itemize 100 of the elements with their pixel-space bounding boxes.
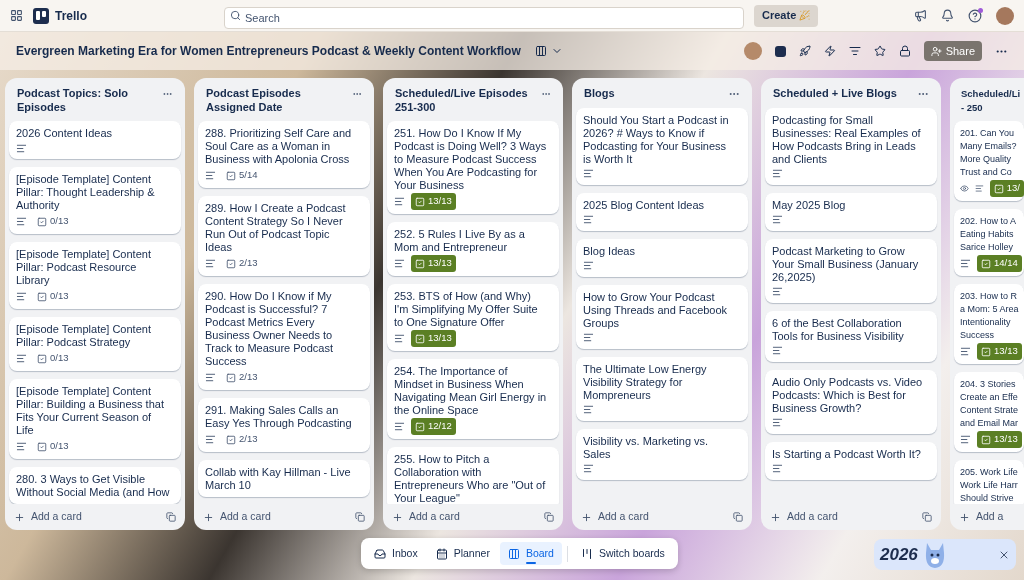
plus-icon (392, 511, 403, 523)
checklist-badge: 13/13 (977, 343, 1022, 360)
card[interactable]: 251. How Do I Know If My Podcast is Doing Well? 3 Ways to Measure Podcast Success When You Are Podcasting for Your Business 13/13 (387, 121, 559, 214)
add-card-button[interactable]: Add a card (203, 509, 271, 525)
checklist-badge: 13/13 (411, 330, 456, 347)
nav-tab[interactable]: Switch boards (572, 542, 673, 565)
card-title: 2025 Blog Content Ideas (583, 198, 706, 212)
card[interactable]: [Episode Template] Content Pillar: Podcast Resource Library 0/13 (9, 242, 181, 309)
inbox-icon (374, 547, 386, 560)
nav-tab[interactable]: Inbox (366, 542, 426, 565)
party-popper-icon (799, 10, 811, 21)
board-view-icon[interactable] (534, 45, 547, 57)
card[interactable]: 202. How to A Eating Habits Sarice Holley 14/14 (954, 209, 1024, 276)
plus-icon (959, 511, 970, 523)
create-button[interactable]: Create (754, 4, 819, 27)
checklist-count: 5/14 (222, 167, 262, 184)
card[interactable]: 204. 3 Stories Create an Effe Content Strate and Email Mar 13/13 (954, 372, 1024, 452)
checkbox-icon (981, 346, 991, 357)
template-icon[interactable] (733, 512, 743, 522)
checkbox-icon (993, 183, 1004, 194)
card[interactable]: Visibility vs. Marketing vs. Sales (576, 428, 748, 480)
card[interactable]: 252. 5 Rules I Live By as a Mom and Entrepreneur 13/13 (387, 222, 559, 276)
card[interactable]: 289. How I Create a Podcast Content Strategy So I Never Run Out of Podcast Topic Ideas 2/13 (198, 196, 370, 276)
card-title: [Episode Template] Content Pillar: Podcast Strategy (16, 323, 152, 349)
add-person-icon (930, 45, 942, 57)
rocket-icon[interactable] (798, 45, 811, 57)
card[interactable]: [Episode Template] Content Pillar: Thought Leadership & Authority 0/13 (9, 167, 181, 234)
card[interactable]: 288. Prioritizing Self Care and Soul Care as a Woman in Business with Apolonia Cross 5/14 (198, 121, 370, 188)
app-switcher-icon[interactable] (10, 9, 23, 22)
card-title: 203. How to R a Mom: 5 Area Intentionality Success (960, 290, 1019, 342)
card[interactable]: 291. Making Sales Calls an Easy Yes Through Podcasting 2/13 (198, 398, 370, 452)
card[interactable]: 6 of the Best Collaboration Tools for Business Visibility (765, 310, 937, 362)
avatar[interactable] (996, 6, 1014, 25)
share-button[interactable]: Share (923, 41, 982, 61)
member-avatar[interactable] (743, 42, 762, 60)
template-icon[interactable] (166, 512, 176, 522)
list-title: Scheduled/Live Episodes 251-300 (395, 87, 529, 114)
card[interactable]: [Episode Template] Content Pillar: Podcast Strategy 0/13 (9, 317, 181, 371)
card[interactable]: 254. The Importance of Mindset in Business When Navigating Mean Girl Energy in the Online Space 12/12 (387, 359, 559, 439)
card[interactable]: Podcast Marketing to Grow Your Small Business (January 26,2025) (765, 238, 937, 303)
card[interactable]: [Episode Template] Content Pillar: Building a Business that Fits Your Current Season of Life 0/13 (9, 379, 181, 459)
add-card-button[interactable]: Add a card (392, 509, 460, 525)
help-icon[interactable] (968, 8, 982, 23)
checkbox-icon (415, 258, 425, 269)
checkbox-icon (37, 291, 47, 302)
lock-icon[interactable] (898, 45, 911, 57)
card[interactable]: 203. How to R a Mom: 5 Area Intentionality Success 13/13 (954, 284, 1024, 364)
card[interactable]: 205. Work Life Work Life Harr Should Strive (954, 460, 1024, 504)
card-title: The Ultimate Low Energy Visibility Strategy for Mompreneurs (583, 362, 708, 402)
card[interactable]: 255. How to Pitch a Collaboration with Entrepreneurs Who are "Out of Your League" (387, 447, 559, 504)
promo-banner[interactable]: 2026 (874, 539, 1016, 570)
card-title: 280. 3 Ways to Get Visible Without Social Media (and How (16, 473, 170, 499)
plus-icon (770, 511, 781, 523)
search-field[interactable]: Search (224, 6, 744, 29)
megaphone-icon[interactable] (914, 9, 927, 22)
card[interactable]: May 2025 Blog (765, 192, 937, 231)
card[interactable]: Audio Only Podcasts vs. Video Podcasts: Which is Best for Business Growth? (765, 369, 937, 434)
card[interactable]: Blog Ideas (576, 238, 748, 277)
card-title: 253. BTS of How (and Why) I'm Simplifying My Offer Suite to One Signature Offer (394, 290, 539, 329)
card-title: [Episode Template] Content Pillar: Building a Business that Fits Your Current Season of Life (16, 385, 165, 437)
card[interactable]: Podcasting for Small Businesses: Real Examples of How Podcasts Bring in Leads and Clients (765, 107, 937, 185)
notifications-icon[interactable] (941, 9, 954, 22)
checklist-count: 0/13 (33, 438, 73, 455)
power-up-icon[interactable] (774, 45, 786, 57)
checkbox-icon (226, 372, 236, 383)
card[interactable]: Should You Start a Podcast in 2026? # Ways to Know if Podcasting for Your Business is Worth It (576, 107, 748, 185)
card-title: 201. Can You Many Emails? More Quality Trust and Co (960, 127, 1017, 179)
automation-icon[interactable] (823, 45, 836, 57)
card-title: 290. How Do I Know if My Podcast is Successful? 7 Podcast Metrics Every Business Owner Needs to Track to Measure Podcast Success (205, 290, 334, 368)
card[interactable]: 280. 3 Ways to Get Visible Without Social Media (and How (9, 467, 181, 504)
card-title: 205. Work Life Work Life Harr Should Strive (960, 466, 1018, 504)
card-title: 6 of the Best Collaboration Tools for Business Visibility (772, 316, 905, 343)
star-icon[interactable] (873, 45, 886, 57)
list-title: Podcast Topics: Solo Episodes (17, 87, 130, 114)
card[interactable]: 290. How Do I Know if My Podcast is Successful? 7 Podcast Metrics Every Business Owner Needs to Track to Measure Podcast Success 2/13 (198, 284, 370, 390)
card[interactable]: 253. BTS of How (and Why) I'm Simplifying My Offer Suite to One Signature Offer 13/13 (387, 284, 559, 351)
add-card-button[interactable]: Add a (959, 509, 1004, 525)
template-icon[interactable] (922, 512, 932, 522)
card[interactable]: The Ultimate Low Energy Visibility Strategy for Mompreneurs (576, 356, 748, 421)
card[interactable]: 2026 Content Ideas (9, 121, 181, 159)
add-card-button[interactable]: Add a card (770, 509, 838, 525)
add-card-button[interactable]: Add a card (14, 509, 82, 525)
card[interactable]: 201. Can You Many Emails? More Quality Trust and Co 13/ (954, 121, 1024, 201)
checklist-badge: 13/13 (411, 193, 456, 210)
nav-tab[interactable]: Board (499, 542, 562, 565)
card[interactable]: How to Grow Your Podcast Using Threads and Facebook Groups (576, 284, 748, 349)
plus-icon (14, 511, 25, 523)
nav-tab[interactable]: Planner (427, 542, 498, 565)
card[interactable]: Collab with Kay Hillman - Live March 10 (198, 460, 370, 497)
card-title: 289. How I Create a Podcast Content Strategy So I Never Run Out of Podcast Topic Ideas (205, 202, 347, 254)
checkbox-icon (981, 258, 991, 269)
card[interactable]: 2025 Blog Content Ideas (576, 192, 748, 231)
checklist-count: 0/13 (33, 350, 73, 367)
card-title: 202. How to A Eating Habits Sarice Holley (960, 215, 1017, 254)
card[interactable]: Is Starting a Podcast Worth It? (765, 441, 937, 480)
template-icon[interactable] (355, 512, 365, 522)
template-icon[interactable] (544, 512, 554, 522)
filter-icon[interactable] (848, 45, 861, 57)
plus-icon (203, 511, 214, 523)
add-card-button[interactable]: Add a card (581, 509, 649, 525)
